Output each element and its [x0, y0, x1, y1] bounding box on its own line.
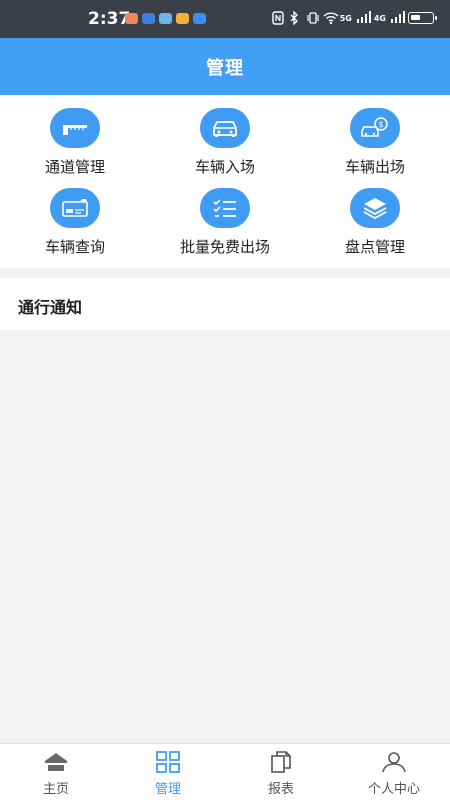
nav-item-report[interactable]: 报表: [225, 744, 337, 800]
function-grid: 通道管理 车辆入场 $ 车辆出场 车辆查询 批量免费出场 盘点管理: [0, 95, 450, 268]
home-icon: [43, 750, 69, 774]
vibrate-icon: [306, 11, 319, 25]
car-payment-icon: $: [350, 108, 400, 148]
user-icon: [381, 750, 407, 774]
grid-icon: [155, 750, 181, 774]
system-icons: 5G 4G: [272, 10, 437, 26]
nav-item-profile[interactable]: 个人中心: [338, 744, 450, 800]
nfc-icon: [272, 11, 284, 25]
notice-section: 通行通知: [0, 278, 450, 330]
weather-notification-icon: [159, 13, 172, 24]
car-icon: [200, 108, 250, 148]
app-notification-icon: [142, 13, 155, 24]
id-card-icon: [50, 188, 100, 228]
status-time: 2:37: [88, 9, 131, 29]
grid-item-label: 车辆查询: [44, 238, 105, 256]
page-title: 管理: [206, 57, 244, 79]
grid-item-vehicle-entry[interactable]: 车辆入场: [150, 108, 300, 177]
notice-title: 通行通知: [18, 298, 83, 317]
bottom-nav: 主页 管理 报表 个人中心: [0, 743, 450, 800]
nav-label: 主页: [42, 782, 69, 797]
notification-icons: [125, 13, 206, 24]
grid-item-label: 批量免费出场: [179, 238, 270, 256]
grid-item-label: 盘点管理: [344, 238, 405, 256]
grid-item-label: 通道管理: [44, 158, 105, 176]
nav-label: 报表: [267, 782, 294, 797]
checklist-icon: [200, 188, 250, 228]
svg-text:$: $: [378, 120, 383, 129]
grid-item-channel-management[interactable]: 通道管理: [0, 108, 150, 177]
nav-item-manage[interactable]: 管理: [112, 744, 224, 800]
grid-item-inventory-management[interactable]: 盘点管理: [300, 188, 450, 257]
gallery-notification-icon: [176, 13, 189, 24]
grid-item-vehicle-query[interactable]: 车辆查询: [0, 188, 150, 257]
grid-item-label: 车辆入场: [194, 158, 255, 176]
cloud-notification-icon: [193, 13, 206, 24]
signal-bars-icon: [356, 11, 371, 25]
battery-icon: [408, 12, 437, 24]
grid-item-vehicle-exit[interactable]: $ 车辆出场: [300, 108, 450, 177]
message-notification-icon: [125, 13, 138, 24]
signal-bars-2-icon: [391, 11, 405, 25]
status-bar: 2:37 5G 4G: [0, 0, 450, 38]
bluetooth-icon: [289, 10, 301, 26]
barrier-gate-icon: [50, 108, 100, 148]
signal-5g-label: 5G: [339, 13, 352, 23]
app-header: 管理: [0, 38, 450, 95]
nav-item-home[interactable]: 主页: [0, 744, 112, 800]
signal-4g-label: 4G: [373, 13, 386, 23]
layers-icon: [350, 188, 400, 228]
grid-item-batch-free-exit[interactable]: 批量免费出场: [150, 188, 300, 257]
report-icon: [268, 750, 294, 774]
wifi-icon: [323, 11, 339, 25]
nav-label: 管理: [154, 782, 181, 797]
nav-label: 个人中心: [367, 782, 420, 797]
grid-item-label: 车辆出场: [344, 158, 405, 176]
